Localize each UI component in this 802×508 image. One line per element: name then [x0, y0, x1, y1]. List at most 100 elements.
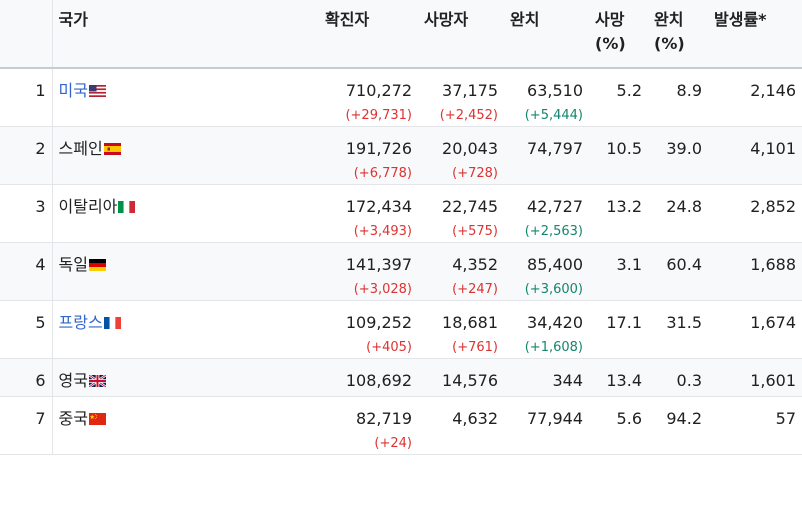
- header-death-rate[interactable]: 사망 (%): [589, 0, 648, 69]
- death-rate-cell: 10.5: [589, 126, 648, 185]
- death-rate-cell: 17.1: [589, 300, 648, 359]
- country-cell: 이탈리아: [52, 184, 319, 243]
- deaths-value: 22,745: [442, 197, 498, 216]
- recovery-rate-cell: 31.5: [648, 300, 708, 359]
- deaths-value: 18,681: [442, 313, 498, 332]
- deaths-delta: (+247): [452, 282, 498, 297]
- recovered-cell: 77,944: [504, 396, 589, 455]
- header-recovery-rate[interactable]: 완치 (%): [648, 0, 708, 69]
- confirmed-value: 82,719: [356, 409, 412, 428]
- recovered-cell: 34,420 (+1,608): [504, 300, 589, 359]
- deaths-value: 4,632: [452, 409, 498, 428]
- rank-cell: 7: [0, 396, 53, 455]
- recovered-value: 85,400: [527, 255, 583, 274]
- header-recovery-rate-line1: 완치: [654, 10, 684, 29]
- header-confirmed[interactable]: 확진자: [319, 0, 418, 69]
- table-row: 4 독일 141,397 (+3,028) 4,352 (+247) 85,40…: [0, 242, 802, 301]
- recovered-value: 344: [552, 371, 583, 390]
- country-cell: 독일: [52, 242, 319, 301]
- recovery-rate-cell: 24.8: [648, 184, 708, 243]
- confirmed-cell: 108,692: [319, 358, 418, 397]
- recovered-delta: (+3,600): [524, 282, 583, 297]
- deaths-delta: (+575): [452, 224, 498, 239]
- header-row: 국가 확진자 사망자 완치 사망 (%) 완치 (%) 발생률*: [0, 0, 802, 69]
- country-name[interactable]: 프랑스: [59, 313, 103, 332]
- uk-flag-icon: [88, 375, 106, 387]
- it-flag-icon: [118, 201, 136, 213]
- country-name: 독일: [58, 255, 88, 274]
- deaths-delta: (+761): [452, 340, 498, 355]
- recovery-rate-cell: 39.0: [648, 126, 708, 185]
- rank-cell: 6: [0, 358, 53, 397]
- table-row: 2 스페인 191,726 (+6,778) 20,043 (+728) 74,…: [0, 126, 802, 185]
- incidence-cell: 1,601: [708, 358, 802, 397]
- confirmed-cell: 172,434 (+3,493): [319, 184, 418, 243]
- header-deaths[interactable]: 사망자: [418, 0, 504, 69]
- rank-cell: 1: [0, 68, 53, 127]
- death-rate-cell: 5.2: [589, 68, 648, 127]
- header-country[interactable]: 국가: [52, 0, 319, 69]
- country-cell: 영국: [52, 358, 319, 397]
- recovered-value: 77,944: [527, 409, 583, 428]
- recovered-delta: (+1,608): [524, 340, 583, 355]
- recovery-rate-cell: 94.2: [648, 396, 708, 455]
- death-rate-cell: 5.6: [589, 396, 648, 455]
- deaths-cell: 18,681 (+761): [418, 300, 504, 359]
- rank-cell: 5: [0, 300, 53, 359]
- recovered-value: 42,727: [527, 197, 583, 216]
- deaths-cell: 4,352 (+247): [418, 242, 504, 301]
- confirmed-value: 191,726: [345, 139, 412, 158]
- deaths-delta: (+2,452): [439, 108, 498, 123]
- incidence-cell: 2,146: [708, 68, 802, 127]
- confirmed-delta: (+3,493): [353, 224, 412, 239]
- death-rate-cell: 3.1: [589, 242, 648, 301]
- country-name: 중국: [58, 409, 88, 428]
- confirmed-cell: 109,252 (+405): [319, 300, 418, 359]
- recovered-value: 63,510: [527, 81, 583, 100]
- death-rate-cell: 13.2: [589, 184, 648, 243]
- header-incidence[interactable]: 발생률*: [708, 0, 802, 69]
- header-death-rate-line2: (%): [595, 34, 626, 53]
- cn-flag-icon: [88, 413, 106, 425]
- recovery-rate-cell: 8.9: [648, 68, 708, 127]
- country-name[interactable]: 미국: [59, 81, 88, 100]
- table-row: 5 프랑스 109,252 (+405) 18,681 (+761) 34,42…: [0, 300, 802, 359]
- deaths-cell: 4,632: [418, 396, 504, 455]
- confirmed-cell: 82,719 (+24): [319, 396, 418, 455]
- recovered-delta: (+2,563): [524, 224, 583, 239]
- country-cell: 프랑스: [52, 300, 319, 359]
- header-recovery-rate-line2: (%): [654, 34, 685, 53]
- deaths-value: 37,175: [442, 81, 498, 100]
- fr-flag-icon: [103, 317, 121, 329]
- confirmed-delta: (+6,778): [353, 166, 412, 181]
- recovered-cell: 74,797: [504, 126, 589, 185]
- recovered-cell: 42,727 (+2,563): [504, 184, 589, 243]
- covid-country-table: 국가 확진자 사망자 완치 사망 (%) 완치 (%) 발생률* 1 미국 710,…: [0, 0, 802, 455]
- us-flag-icon: [88, 85, 106, 97]
- deaths-value: 14,576: [442, 371, 498, 390]
- incidence-cell: 1,674: [708, 300, 802, 359]
- country-name: 영국: [58, 371, 88, 390]
- recovered-delta: (+5,444): [524, 108, 583, 123]
- header-recovered[interactable]: 완치: [504, 0, 589, 69]
- confirmed-delta: (+29,731): [345, 108, 412, 123]
- incidence-cell: 57: [708, 396, 802, 455]
- country-cell: 미국: [52, 68, 319, 127]
- header-death-rate-line1: 사망: [595, 10, 625, 29]
- country-cell: 중국: [52, 396, 319, 455]
- deaths-cell: 22,745 (+575): [418, 184, 504, 243]
- confirmed-value: 108,692: [345, 371, 412, 390]
- es-flag-icon: [103, 143, 121, 155]
- recovery-rate-cell: 60.4: [648, 242, 708, 301]
- confirmed-value: 710,272: [345, 81, 412, 100]
- country-cell: 스페인: [52, 126, 319, 185]
- deaths-delta: (+728): [452, 166, 498, 181]
- table-row: 7 중국 82,719 (+24) 4,632 77,944 5.6 94.2 …: [0, 396, 802, 455]
- confirmed-delta: (+3,028): [353, 282, 412, 297]
- table-row: 6 영국 108,692 14,576 344 13.4 0.3 1,601: [0, 358, 802, 397]
- rank-cell: 4: [0, 242, 53, 301]
- confirmed-delta: (+24): [374, 436, 412, 451]
- rank-cell: 3: [0, 184, 53, 243]
- deaths-cell: 14,576: [418, 358, 504, 397]
- confirmed-value: 172,434: [345, 197, 412, 216]
